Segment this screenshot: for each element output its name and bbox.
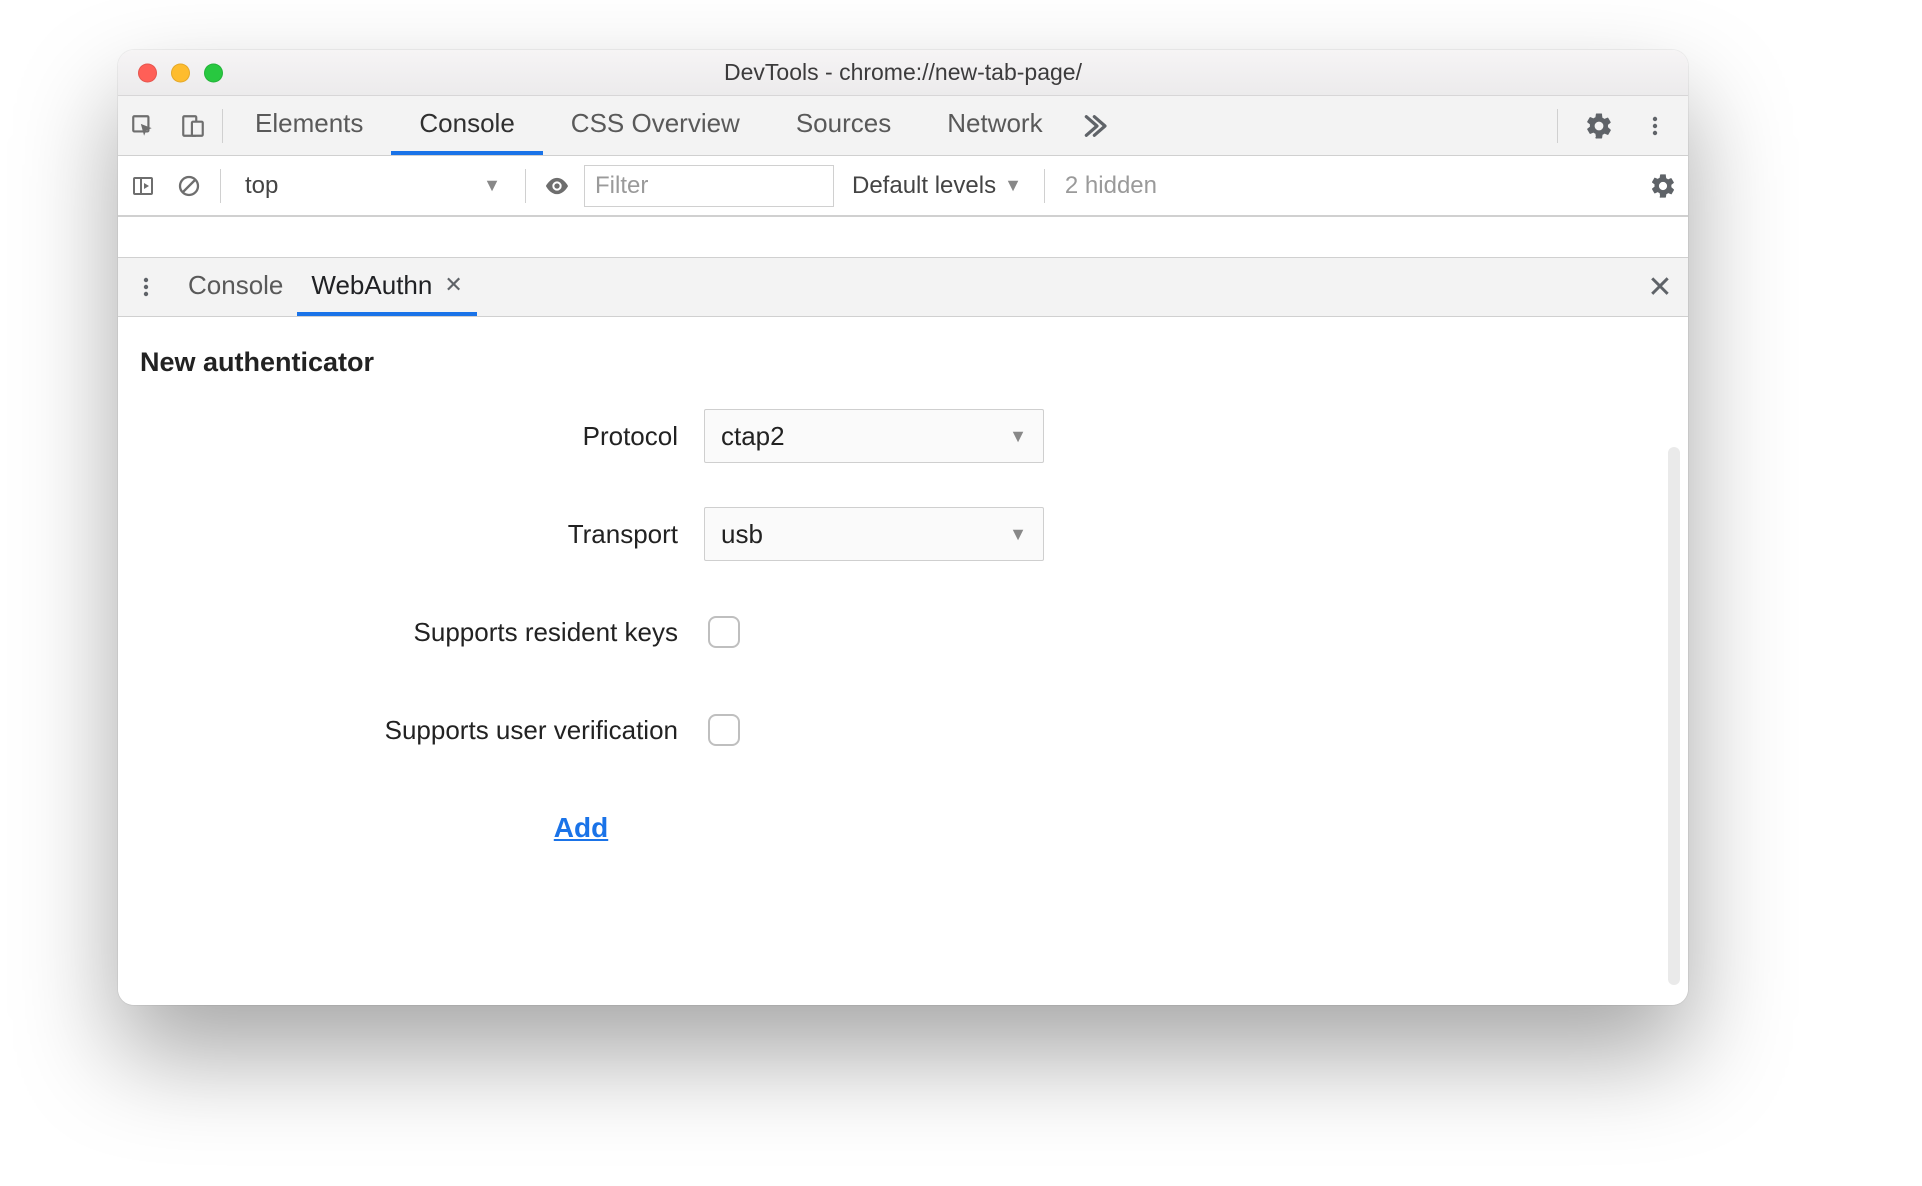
device-toolbar-icon[interactable] — [168, 96, 218, 155]
close-icon[interactable]: ✕ — [444, 272, 462, 298]
divider — [525, 169, 526, 203]
live-expression-icon[interactable] — [538, 167, 576, 205]
window-close-button[interactable] — [138, 63, 157, 82]
tab-elements[interactable]: Elements — [227, 96, 391, 155]
sidebar-toggle-icon[interactable] — [124, 167, 162, 205]
drawer-more-icon[interactable] — [118, 258, 174, 316]
drawer-tab-label: WebAuthn — [311, 270, 432, 301]
traffic-lights — [138, 63, 223, 82]
execution-context-select[interactable]: top ▼ — [233, 166, 513, 206]
console-filter-input[interactable]: Filter — [584, 165, 834, 207]
kebab-menu-icon[interactable] — [1630, 114, 1680, 138]
divider — [1557, 109, 1558, 143]
protocol-select[interactable]: ctap2 ▼ — [704, 409, 1044, 463]
filter-placeholder: Filter — [595, 172, 648, 200]
protocol-label: Protocol — [118, 421, 678, 452]
divider — [220, 169, 221, 203]
drawer-tab-webauthn[interactable]: WebAuthn ✕ — [297, 258, 476, 316]
context-label: top — [245, 172, 278, 200]
transport-value: usb — [721, 519, 763, 550]
transport-label: Transport — [118, 519, 678, 550]
title-bar: DevTools - chrome://new-tab-page/ — [118, 50, 1688, 96]
protocol-value: ctap2 — [721, 421, 785, 452]
clear-console-icon[interactable] — [170, 167, 208, 205]
more-tabs-icon[interactable] — [1077, 96, 1109, 155]
drawer-tab-label: Console — [188, 270, 283, 301]
chevron-down-icon: ▼ — [1004, 175, 1022, 196]
drawer-tab-console[interactable]: Console — [174, 258, 297, 316]
tab-css-overview[interactable]: CSS Overview — [543, 96, 768, 155]
add-authenticator-button[interactable]: Add — [554, 812, 608, 844]
resident-keys-label: Supports resident keys — [118, 617, 678, 648]
divider — [118, 216, 1688, 217]
window-minimize-button[interactable] — [171, 63, 190, 82]
section-title: New authenticator — [118, 317, 1688, 388]
authenticator-form: Protocol ctap2 ▼ Transport usb ▼ Support… — [118, 388, 1688, 862]
devtools-tab-strip: Elements Console CSS Overview Sources Ne… — [118, 96, 1688, 156]
chevron-down-icon: ▼ — [1009, 524, 1027, 545]
right-tools — [1547, 96, 1688, 155]
log-levels-select[interactable]: Default levels ▼ — [842, 172, 1032, 200]
drawer-close-icon[interactable]: ✕ — [1632, 258, 1688, 316]
inspect-element-icon[interactable] — [118, 96, 168, 155]
devtools-window: DevTools - chrome://new-tab-page/ Elemen… — [118, 50, 1688, 1005]
webauthn-panel: New authenticator Protocol ctap2 ▼ Trans… — [118, 317, 1688, 1005]
chevron-down-icon: ▼ — [1009, 426, 1027, 447]
chevron-down-icon: ▼ — [483, 175, 501, 196]
tab-network[interactable]: Network — [919, 96, 1070, 155]
drawer-tab-strip: Console WebAuthn ✕ ✕ — [118, 257, 1688, 317]
window-zoom-button[interactable] — [204, 63, 223, 82]
top-tabs: Elements Console CSS Overview Sources Ne… — [227, 96, 1071, 155]
tab-console[interactable]: Console — [391, 96, 542, 155]
user-verification-checkbox[interactable] — [708, 714, 740, 746]
user-verification-label: Supports user verification — [118, 715, 678, 746]
transport-select[interactable]: usb ▼ — [704, 507, 1044, 561]
tab-sources[interactable]: Sources — [768, 96, 919, 155]
divider — [1044, 169, 1045, 203]
settings-icon[interactable] — [1574, 111, 1624, 141]
levels-label: Default levels — [852, 172, 996, 200]
hidden-messages-count[interactable]: 2 hidden — [1057, 172, 1165, 200]
console-settings-icon[interactable] — [1644, 167, 1682, 205]
scrollbar[interactable] — [1668, 447, 1680, 985]
resident-keys-checkbox[interactable] — [708, 616, 740, 648]
window-title: DevTools - chrome://new-tab-page/ — [118, 59, 1688, 86]
divider — [222, 109, 223, 143]
console-filter-bar: top ▼ Filter Default levels ▼ 2 hidden — [118, 156, 1688, 216]
